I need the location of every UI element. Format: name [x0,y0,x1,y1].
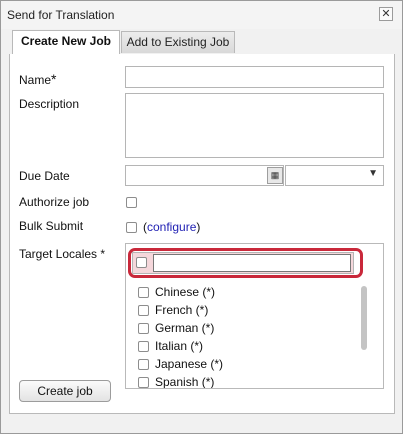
target-locales-label: Target Locales * [19,247,106,261]
locales-scrollbar[interactable] [359,284,369,388]
due-date-input[interactable] [125,165,284,186]
scroll-thumb[interactable] [361,286,367,350]
select-all-locales-checkbox[interactable] [136,257,147,268]
configure-close-paren: ) [196,220,201,234]
create-job-button[interactable]: Create job [19,380,111,402]
bulk-submit-checkbox[interactable] [126,222,137,233]
required-marker: * [51,71,57,87]
close-button[interactable]: ✕ [379,7,393,21]
tab-create-new-job[interactable]: Create New Job [12,30,120,54]
locale-label: Japanese (*) [155,357,224,371]
locale-checkbox[interactable] [138,323,149,334]
calendar-button[interactable]: ▦ [267,167,283,184]
authorize-job-label: Authorize job [19,195,90,209]
locale-label: Italian (*) [155,339,204,353]
locale-checkbox[interactable] [138,377,149,388]
due-time-select[interactable]: ▼ [285,165,384,186]
name-label: Name* [19,71,57,87]
tab-add-to-existing-job[interactable]: Add to Existing Job [121,31,235,53]
dialog-titlebar: Send for Translation ✕ [1,1,402,29]
configure-link[interactable]: configure [147,220,196,234]
locale-label: Spanish (*) [155,375,215,389]
calendar-icon: ▦ [270,170,280,180]
locale-checkbox[interactable] [138,305,149,316]
locale-label: German (*) [155,321,215,335]
send-for-translation-dialog: Send for Translation ✕ Create New Job Ad… [0,0,403,434]
locale-label: French (*) [155,303,209,317]
dialog-title: Send for Translation [7,8,115,22]
tab-bar: Create New Job Add to Existing Job [9,30,395,55]
name-input[interactable] [125,66,384,88]
locale-checkbox[interactable] [138,341,149,352]
due-date-label: Due Date [19,169,70,183]
bulk-submit-label: Bulk Submit [19,219,84,233]
locale-checkbox[interactable] [138,287,149,298]
description-textarea[interactable] [125,93,384,158]
chevron-down-icon: ▼ [368,168,378,179]
locale-checkbox[interactable] [138,359,149,370]
authorize-job-checkbox[interactable] [126,197,137,208]
locale-filter-row [132,252,354,274]
locale-filter-input[interactable] [153,254,351,272]
configure-group: (configure) [143,220,200,234]
locale-label: Chinese (*) [155,285,216,299]
description-label: Description [19,97,80,111]
close-icon: ✕ [381,8,391,20]
